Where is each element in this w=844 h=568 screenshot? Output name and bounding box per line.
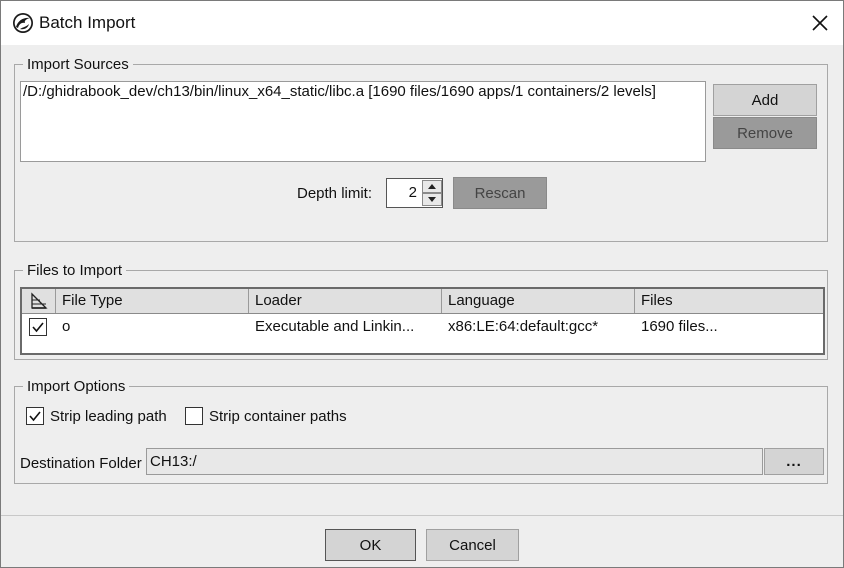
column-header-files[interactable]: Files <box>635 289 823 313</box>
strip-container-paths-checkbox[interactable] <box>185 407 203 425</box>
files-to-import-legend: Files to Import <box>27 262 123 279</box>
triangle-down-icon <box>428 197 436 202</box>
files-table-header: File Type Loader Language Files <box>22 289 823 314</box>
cell-file-type[interactable]: o <box>56 315 249 339</box>
import-source-item[interactable]: /D:/ghidrabook_dev/ch13/bin/linux_x64_st… <box>23 82 703 102</box>
checkmark-icon <box>29 411 41 422</box>
depth-limit-spinner[interactable]: 2 <box>386 178 443 208</box>
destination-folder-label: Destination Folder <box>20 455 142 472</box>
spinner-up-button[interactable] <box>422 180 442 193</box>
column-header-language[interactable]: Language <box>442 289 635 313</box>
add-button[interactable]: Add <box>713 84 817 116</box>
column-header-loader[interactable]: Loader <box>249 289 442 313</box>
cancel-button[interactable]: Cancel <box>426 529 519 561</box>
table-select-icon <box>31 292 48 309</box>
cell-files[interactable]: 1690 files... <box>635 315 823 339</box>
strip-leading-path-label[interactable]: Strip leading path <box>50 408 167 425</box>
batch-import-dialog: Batch Import Import Sources /D:/ghidrabo… <box>0 0 844 568</box>
files-table: File Type Loader Language Files o Execut… <box>20 287 825 355</box>
cell-loader[interactable]: Executable and Linkin... <box>249 315 442 339</box>
import-options-legend: Import Options <box>27 378 126 395</box>
row-select-checkbox[interactable] <box>29 318 47 336</box>
table-row[interactable]: o Executable and Linkin... x86:LE:64:def… <box>22 315 823 339</box>
dialog-footer: OK Cancel <box>1 515 843 567</box>
strip-container-paths-label[interactable]: Strip container paths <box>209 408 347 425</box>
column-header-file-type[interactable]: File Type <box>56 289 249 313</box>
rescan-button[interactable]: Rescan <box>453 177 547 209</box>
close-icon <box>812 15 828 31</box>
strip-leading-path-checkbox[interactable] <box>26 407 44 425</box>
remove-button[interactable]: Remove <box>713 117 817 149</box>
destination-folder-field[interactable]: CH13:/ <box>146 448 763 475</box>
spinner-down-button[interactable] <box>422 193 442 206</box>
ghidra-dragon-icon <box>13 13 33 33</box>
depth-limit-value[interactable]: 2 <box>387 179 421 207</box>
title-bar: Batch Import <box>1 1 843 45</box>
browse-folder-button[interactable]: ... <box>764 448 824 475</box>
window-title: Batch Import <box>39 13 136 32</box>
checkmark-icon <box>32 322 44 333</box>
select-all-column-header[interactable] <box>22 289 56 313</box>
ok-button[interactable]: OK <box>325 529 416 561</box>
dialog-content: Import Sources /D:/ghidrabook_dev/ch13/b… <box>1 45 843 515</box>
import-sources-list[interactable]: /D:/ghidrabook_dev/ch13/bin/linux_x64_st… <box>20 81 706 162</box>
close-button[interactable] <box>797 1 843 45</box>
cell-language[interactable]: x86:LE:64:default:gcc* <box>442 315 635 339</box>
depth-limit-label: Depth limit: <box>297 185 373 202</box>
import-sources-legend: Import Sources <box>27 56 129 73</box>
triangle-up-icon <box>428 184 436 189</box>
